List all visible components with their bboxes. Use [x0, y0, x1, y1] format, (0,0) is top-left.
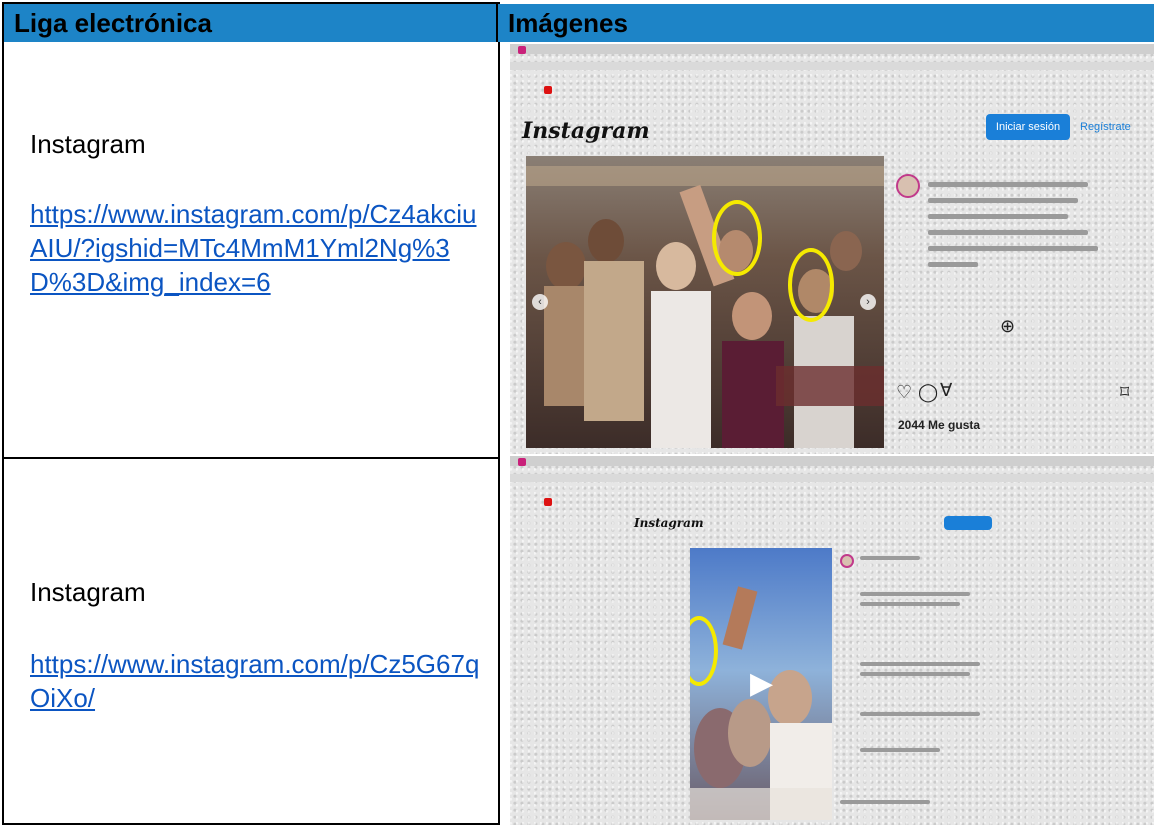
instagram-logo: Instagram	[522, 118, 650, 144]
likes-count: 2044 Me gusta	[898, 418, 981, 432]
comment-text-placeholder	[860, 556, 920, 560]
carousel-prev-icon: ‹	[532, 294, 548, 310]
play-icon: ▶	[750, 667, 774, 700]
highlight-circle-2	[788, 248, 834, 322]
caption-text-placeholder	[928, 198, 1078, 203]
comment-text-placeholder	[860, 592, 970, 596]
share-icon: ∀	[940, 380, 953, 400]
browser-tab-icon	[518, 46, 526, 54]
browser-tab-bar	[510, 44, 1154, 54]
carousel-next-icon: ›	[860, 294, 876, 310]
login-button	[944, 516, 992, 530]
caption-text-placeholder	[928, 182, 1088, 187]
caption-text-placeholder	[928, 230, 1088, 235]
bookmark-icon	[544, 86, 552, 94]
comment-text-placeholder	[860, 602, 960, 606]
row-divider	[4, 457, 498, 459]
login-button: Iniciar sesión	[986, 114, 1070, 140]
comment-text-placeholder	[860, 672, 970, 676]
heart-icon: ♡	[896, 382, 913, 402]
browser-tab-bar	[510, 456, 1154, 466]
row-1-platform: Instagram	[30, 129, 146, 159]
profile-avatar	[840, 554, 854, 568]
instagram-logo: Instagram	[634, 516, 704, 530]
comment-text-placeholder	[860, 748, 940, 752]
post-video: ▶	[690, 548, 832, 820]
browser-tab-icon	[518, 458, 526, 466]
header-link-column: Liga electrónica	[4, 4, 498, 42]
caption-text-placeholder	[928, 262, 978, 267]
post-photo: ‹ ›	[526, 156, 884, 448]
bookmark-save-icon: ⌑	[1120, 382, 1130, 402]
browser-address-bar	[510, 474, 1154, 482]
caption-text-placeholder	[928, 246, 1098, 251]
comment-text-placeholder	[860, 662, 980, 666]
comment-text-placeholder	[840, 800, 930, 804]
highlight-circle-1	[712, 200, 762, 276]
instagram-screenshot-2: Instagram ▶	[510, 456, 1154, 825]
profile-avatar	[896, 174, 920, 198]
register-link: Regístrate	[1080, 121, 1131, 133]
row-2-platform: Instagram	[30, 577, 146, 607]
instagram-screenshot-1: Instagram Iniciar sesión Regístrate ‹ › …	[510, 44, 1154, 454]
add-comment-icon: ⊕	[1000, 316, 1016, 336]
caption-text-placeholder	[928, 214, 1068, 219]
bookmark-icon	[544, 498, 552, 506]
row-1-url-link[interactable]: https://www.instagram.com/p/Cz4akciuAIU/…	[30, 197, 490, 299]
header-images-column: Imágenes	[498, 4, 1154, 42]
comment-icon: ◯	[918, 382, 939, 402]
comment-text-placeholder	[860, 712, 980, 716]
browser-address-bar	[510, 62, 1154, 70]
row-2-url-link[interactable]: https://www.instagram.com/p/Cz5G67qOiXo/	[30, 647, 490, 715]
